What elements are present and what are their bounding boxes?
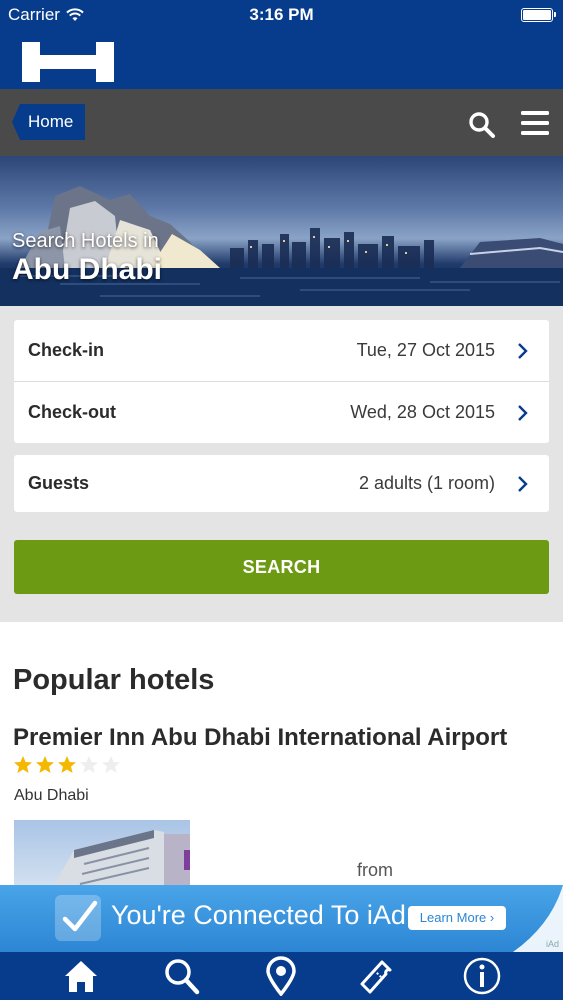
app-screen: Carrier 3:16 PM Home Search Hotels in Ab…	[0, 0, 563, 1000]
section-title: Popular hotels	[13, 664, 215, 696]
guests-row[interactable]: Guests 2 adults (1 room)	[14, 455, 549, 512]
battery-icon	[521, 8, 556, 22]
star-filled-icon	[14, 756, 32, 773]
checkout-label: Check-out	[28, 402, 117, 422]
hotel-photo[interactable]	[14, 820, 190, 885]
ticket-icon[interactable]	[356, 956, 396, 996]
iad-banner[interactable]: You're Connected To iAd Learn More › iAd	[0, 885, 563, 952]
home-icon[interactable]	[61, 956, 101, 996]
dates-card: Check-in Tue, 27 Oct 2015 Check-out Wed,…	[14, 320, 549, 443]
hero-banner: Search Hotels in Abu Dhabi	[0, 156, 563, 306]
star-empty-icon	[80, 756, 98, 773]
learn-more-button[interactable]: Learn More ›	[408, 906, 506, 930]
price-from-label: from	[357, 860, 393, 880]
hotel-star-rating	[13, 755, 121, 775]
ad-text: You're Connected To iAd	[111, 900, 406, 930]
guests-card: Guests 2 adults (1 room)	[14, 455, 549, 512]
guests-label: Guests	[28, 473, 90, 493]
tab-bar	[0, 952, 563, 1000]
checkout-value: Wed, 28 Oct 2015	[350, 402, 495, 422]
iad-tag: iAd	[545, 939, 559, 949]
info-icon[interactable]	[462, 956, 502, 996]
checkout-row[interactable]: Check-out Wed, 28 Oct 2015	[14, 382, 549, 443]
guests-value: 2 adults (1 room)	[358, 473, 495, 493]
hotels-logo[interactable]	[22, 42, 114, 82]
chevron-right-icon	[518, 476, 528, 492]
checkmark-icon	[55, 895, 101, 941]
checkin-label: Check-in	[28, 340, 105, 360]
hotel-city: Abu Dhabi	[14, 787, 89, 804]
search-button[interactable]: SEARCH	[14, 540, 549, 594]
chevron-right-icon	[518, 343, 528, 359]
hotel-name-link[interactable]: Premier Inn Abu Dhabi International Airp…	[13, 724, 507, 752]
search-icon[interactable]	[468, 111, 496, 139]
star-filled-icon	[36, 756, 54, 773]
location-pin-icon[interactable]	[261, 956, 301, 996]
star-filled-icon	[58, 756, 76, 773]
status-bar: Carrier 3:16 PM	[0, 0, 563, 30]
home-button[interactable]: Home	[12, 104, 86, 140]
checkin-value: Tue, 27 Oct 2015	[356, 340, 495, 360]
chevron-right-icon	[518, 405, 528, 421]
clock: 3:16 PM	[249, 5, 314, 24]
star-empty-icon	[102, 756, 120, 773]
hero-city: Abu Dhabi	[12, 253, 162, 286]
nav-bar: Home	[0, 89, 563, 156]
search-icon[interactable]	[161, 956, 201, 996]
hotel-building-image	[54, 830, 190, 885]
header-bar	[0, 30, 563, 89]
popular-hotels-section: Popular hotels Premier Inn Abu Dhabi Int…	[0, 622, 563, 885]
hero-subtitle: Search Hotels in	[12, 230, 159, 252]
checkin-row[interactable]: Check-in Tue, 27 Oct 2015	[14, 320, 549, 381]
menu-icon[interactable]	[521, 111, 549, 135]
